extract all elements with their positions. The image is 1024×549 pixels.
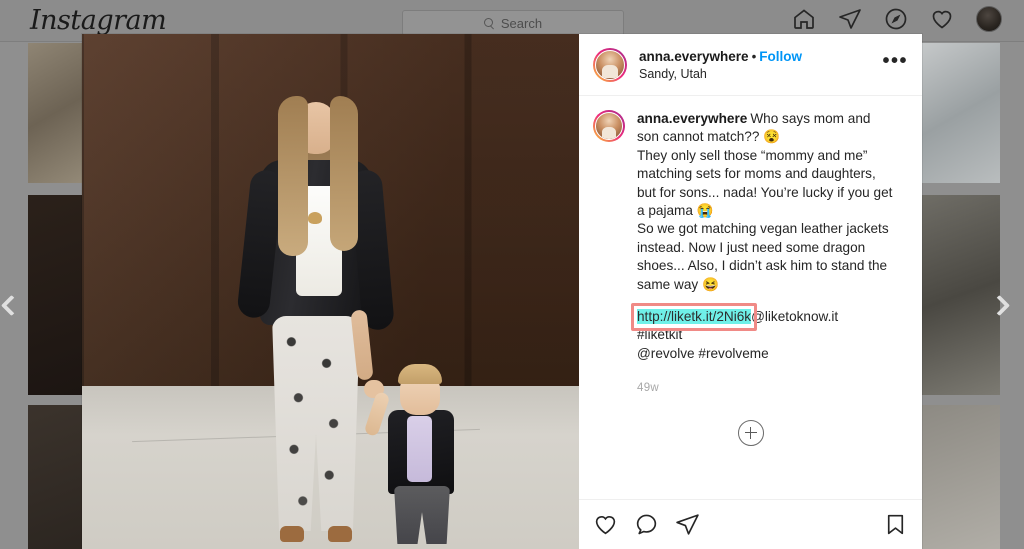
grid-tile xyxy=(28,195,82,395)
search-placeholder: Search xyxy=(500,15,543,31)
post-header: anna.everywhere • Follow Sandy, Utah ••• xyxy=(579,34,922,96)
search-input[interactable]: Search xyxy=(402,10,624,36)
follow-button[interactable]: Follow xyxy=(759,49,802,64)
caption-username[interactable]: anna.everywhere xyxy=(637,111,747,126)
caption-link[interactable]: http://liketk.it/2Ni6k xyxy=(637,309,752,325)
chevron-left-icon xyxy=(0,294,23,317)
share-icon[interactable] xyxy=(675,512,700,537)
caption-hashtag-line[interactable]: #liketkit xyxy=(637,326,895,344)
profile-avatar[interactable] xyxy=(976,6,1002,32)
grid-tile xyxy=(922,405,1000,549)
author-line: anna.everywhere • Follow xyxy=(639,49,802,65)
compass-icon[interactable] xyxy=(884,7,908,31)
caption-row: anna.everywhere Who says mom and son cann… xyxy=(593,110,908,398)
author-username[interactable]: anna.everywhere xyxy=(639,49,749,64)
caption-line-2: They only sell those “mommy and me” matc… xyxy=(637,147,893,219)
plus-icon[interactable] xyxy=(737,419,764,446)
caption-mention[interactable]: @liketoknow.it xyxy=(751,309,838,324)
caption-avatar[interactable] xyxy=(593,110,625,142)
home-icon[interactable] xyxy=(792,7,816,31)
save-icon[interactable] xyxy=(883,512,908,537)
avatar-image xyxy=(595,49,625,80)
grid-tile xyxy=(28,405,82,549)
comments-area: anna.everywhere Who says mom and son cann… xyxy=(579,96,922,499)
highlighted-link-region: http://liketk.it/2Ni6k xyxy=(631,303,758,332)
header-nav xyxy=(792,6,1002,32)
photo-woman-hair-right xyxy=(330,96,358,251)
post-header-text: anna.everywhere • Follow Sandy, Utah xyxy=(639,49,802,81)
caption-text: anna.everywhere Who says mom and son cann… xyxy=(631,110,895,398)
post-photo[interactable] xyxy=(82,34,579,549)
grid-tile xyxy=(28,43,82,183)
grid-tile xyxy=(922,43,1000,183)
chevron-right-icon xyxy=(988,294,1011,317)
photo-child-shirt xyxy=(407,416,432,482)
separator-dot: • xyxy=(751,48,757,64)
caption-line-3: So we got matching vegan leather jackets… xyxy=(637,221,889,292)
previous-post-button[interactable] xyxy=(0,294,30,328)
more-options-button[interactable]: ••• xyxy=(882,51,908,74)
avatar-image xyxy=(595,112,623,140)
heart-icon[interactable] xyxy=(930,7,954,31)
photo-child-hair xyxy=(398,364,442,384)
post-actions-bar xyxy=(579,499,922,549)
post-timestamp: 49w xyxy=(637,382,659,395)
instagram-logo[interactable]: Instagram xyxy=(30,5,167,36)
post-side-panel: anna.everywhere • Follow Sandy, Utah ••• a… xyxy=(579,34,922,549)
post-location[interactable]: Sandy, Utah xyxy=(639,67,802,81)
grid-tile xyxy=(922,195,1000,395)
load-more-comments[interactable] xyxy=(593,419,908,446)
photo-woman-necklace xyxy=(308,212,322,224)
comment-icon[interactable] xyxy=(634,512,659,537)
author-avatar[interactable] xyxy=(593,47,627,82)
post-modal: anna.everywhere • Follow Sandy, Utah ••• a… xyxy=(82,34,922,549)
caption-tags-line[interactable]: @revolve #revolveme xyxy=(637,345,895,363)
next-post-button[interactable] xyxy=(988,294,1018,328)
search-icon xyxy=(483,17,495,29)
photo-woman-shoe-left xyxy=(280,526,304,542)
photo-woman-hair-left xyxy=(278,96,308,256)
messenger-icon[interactable] xyxy=(838,7,862,31)
instagram-post-modal-screen: Instagram Search anna.everywhere • Follo… xyxy=(0,0,1024,549)
like-icon[interactable] xyxy=(593,512,618,537)
photo-woman-shoe-right xyxy=(328,526,352,542)
